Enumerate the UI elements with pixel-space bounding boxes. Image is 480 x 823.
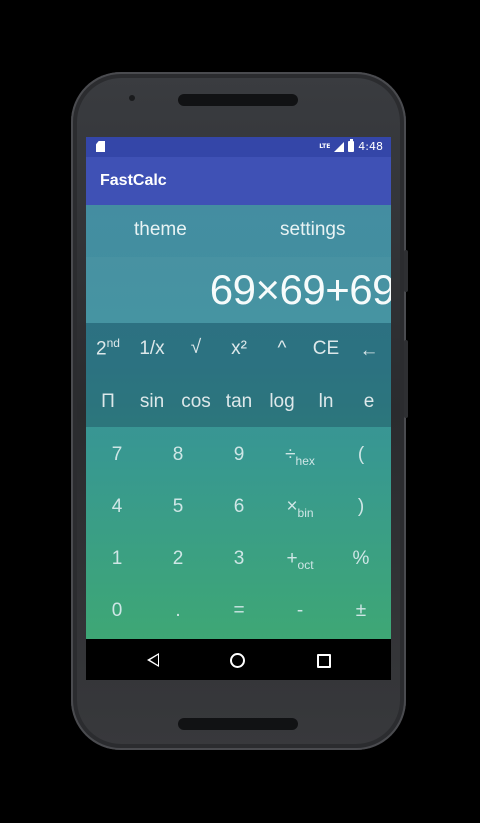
- clock: 4:48: [358, 140, 383, 153]
- app-bar: FastCalc: [86, 157, 391, 205]
- number-pad: 7 8 9 ÷hex ( 4 5 6 ×bin ) 1 2 3 +oct % 0…: [86, 427, 391, 639]
- equals-button[interactable]: =: [233, 600, 244, 622]
- volume-button: [404, 250, 408, 292]
- top-menu: theme settings: [86, 205, 391, 257]
- percent-button[interactable]: %: [353, 548, 370, 570]
- key-1[interactable]: 1: [112, 548, 123, 570]
- expression-display: 69×69+69: [209, 266, 391, 313]
- battery-icon: [348, 139, 355, 152]
- calculator: theme settings 69×69+69 2nd2nd 1/x √ x² …: [86, 205, 391, 639]
- multiply-bin-button[interactable]: ×bin: [286, 496, 313, 520]
- log-button[interactable]: log: [269, 391, 294, 413]
- key-5[interactable]: 5: [173, 496, 184, 518]
- key-4[interactable]: 4: [112, 496, 123, 518]
- reciprocal-button[interactable]: 1/x: [139, 338, 164, 360]
- key-7[interactable]: 7: [112, 444, 123, 466]
- open-paren-button[interactable]: (: [358, 444, 364, 466]
- scientific-pad: 2nd2nd 1/x √ x² ^ CE ← Π sin cos tan log…: [86, 323, 391, 427]
- tan-button[interactable]: tan: [226, 391, 252, 413]
- theme-button[interactable]: theme: [134, 219, 187, 241]
- cos-button[interactable]: cos: [181, 391, 211, 413]
- back-icon[interactable]: [147, 653, 159, 667]
- minus-button[interactable]: -: [297, 600, 303, 622]
- key-3[interactable]: 3: [234, 548, 245, 570]
- key-0[interactable]: 0: [112, 600, 123, 622]
- sci-row-1: 2nd2nd 1/x √ x² ^ CE ←: [86, 323, 391, 375]
- lte-label: LTE: [319, 142, 331, 150]
- home-icon[interactable]: [230, 653, 245, 668]
- second-button[interactable]: 2nd2nd: [96, 336, 120, 360]
- clear-entry-button[interactable]: CE: [313, 338, 339, 360]
- sci-row-2: Π sin cos tan log ln e: [86, 375, 391, 427]
- display: 69×69+69: [86, 257, 391, 323]
- key-2[interactable]: 2: [173, 548, 184, 570]
- sqrt-button[interactable]: √: [191, 337, 201, 359]
- bottom-speaker: [178, 718, 298, 730]
- key-9[interactable]: 9: [234, 444, 245, 466]
- decimal-button[interactable]: .: [175, 600, 180, 622]
- front-camera: [129, 95, 135, 101]
- plus-minus-button[interactable]: ±: [356, 600, 366, 622]
- recents-icon[interactable]: [317, 654, 331, 668]
- status-bar: LTE 4:48: [86, 137, 391, 157]
- e-button[interactable]: e: [364, 391, 375, 413]
- backspace-button[interactable]: ←: [360, 340, 379, 362]
- key-6[interactable]: 6: [234, 496, 245, 518]
- square-button[interactable]: x²: [231, 338, 247, 360]
- power-op-button[interactable]: ^: [278, 338, 287, 360]
- navigation-bar: [86, 639, 391, 680]
- power-button: [404, 340, 408, 418]
- sd-card-icon: [96, 141, 105, 152]
- divide-hex-button[interactable]: ÷hex: [285, 444, 315, 468]
- earpiece-speaker: [178, 94, 298, 106]
- settings-button[interactable]: settings: [280, 219, 345, 241]
- pi-button[interactable]: Π: [101, 391, 115, 413]
- plus-oct-button[interactable]: +oct: [286, 548, 313, 572]
- close-paren-button[interactable]: ): [358, 496, 364, 518]
- sin-button[interactable]: sin: [140, 391, 164, 413]
- status-icons: LTE 4:48: [319, 139, 383, 153]
- app-title: FastCalc: [100, 172, 167, 189]
- key-8[interactable]: 8: [173, 444, 184, 466]
- signal-icon: [334, 141, 345, 152]
- screen: LTE 4:48 FastCalc theme settings 69×69+6…: [86, 137, 391, 680]
- ln-button[interactable]: ln: [319, 391, 334, 413]
